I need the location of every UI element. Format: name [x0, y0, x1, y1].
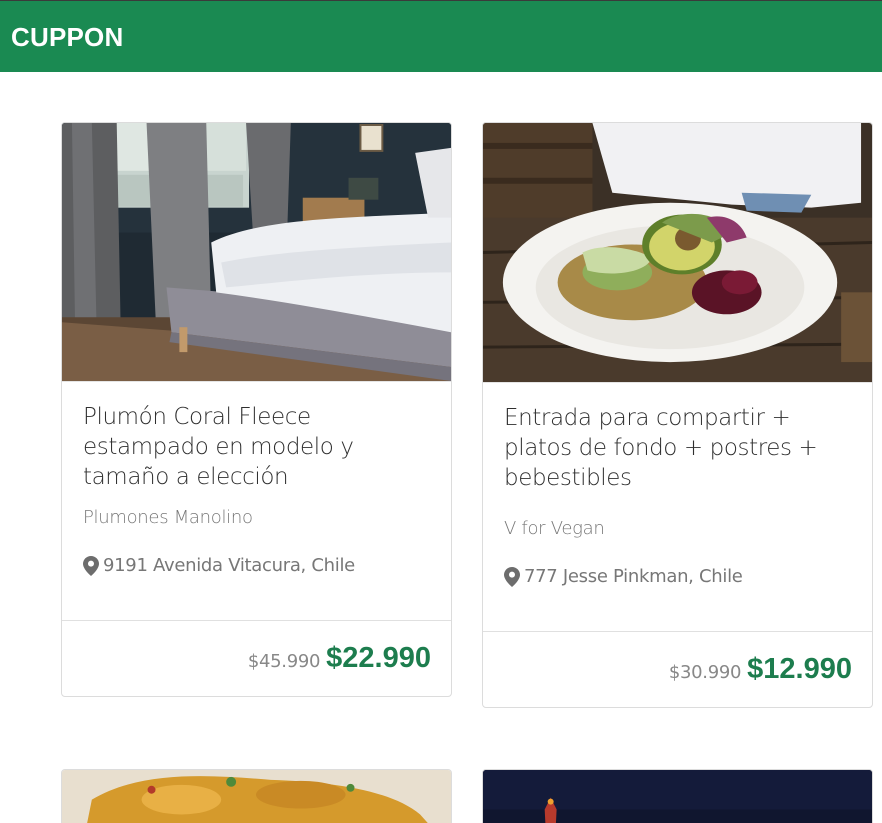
deal-card[interactable]	[482, 769, 873, 823]
deal-address: 777 Jesse Pinkman, Chile	[504, 566, 743, 587]
top-navbar: CUPPON	[0, 0, 882, 72]
address-text: 9191 Avenida Vitacura, Chile	[103, 555, 355, 576]
food-photo[interactable]	[62, 770, 451, 823]
map-marker-icon	[504, 566, 520, 587]
merchant-name: V for Vegan	[504, 518, 605, 539]
deal-title[interactable]: Plumón Coral Fleece estampado en modelo …	[83, 402, 437, 492]
price-footer: $45.990 $22.990	[62, 620, 451, 696]
vegan-plate-photo[interactable]	[483, 123, 872, 383]
original-price: $30.990	[668, 662, 742, 683]
map-marker-icon	[83, 555, 99, 576]
discounted-price: $22.990	[326, 642, 431, 674]
deal-card[interactable]: Plumón Coral Fleece estampado en modelo …	[61, 122, 452, 697]
price-footer: $30.990 $12.990	[483, 631, 872, 707]
night-photo[interactable]	[483, 770, 872, 823]
discounted-price: $12.990	[747, 653, 852, 685]
brand-logo[interactable]: CUPPON	[11, 22, 123, 53]
address-text: 777 Jesse Pinkman, Chile	[524, 566, 743, 587]
bedroom-photo[interactable]	[62, 123, 451, 382]
original-price: $45.990	[247, 651, 321, 672]
deal-address: 9191 Avenida Vitacura, Chile	[83, 555, 355, 576]
deal-title[interactable]: Entrada para compartir + platos de fondo…	[504, 403, 858, 493]
deal-card[interactable]: Entrada para compartir + platos de fondo…	[482, 122, 873, 708]
deal-card[interactable]	[61, 769, 452, 823]
merchant-name: Plumones Manolino	[83, 507, 253, 528]
